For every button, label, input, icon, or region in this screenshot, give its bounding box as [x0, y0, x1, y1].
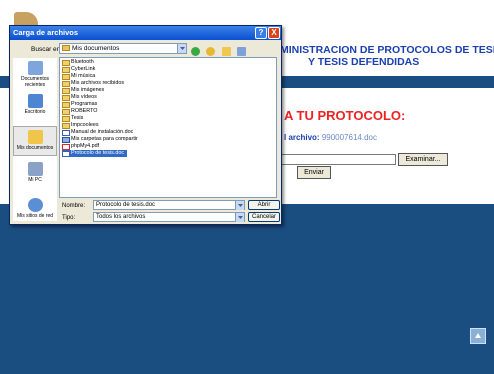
places-bar: Documentos recientes Escritorio Mis docu… — [13, 58, 57, 221]
page-title-line2: Y TESIS DEFENDIDAS — [308, 56, 420, 68]
file-name: Tesis — [71, 115, 84, 121]
place-label: Mis sitios de red — [16, 213, 54, 219]
upload-heading: A TU PROTOCOLO: — [284, 108, 406, 123]
filename-label: Nombre: — [62, 203, 86, 209]
list-item[interactable]: Mis imágenes — [62, 87, 104, 94]
dialog-toolbar — [191, 43, 248, 56]
list-item[interactable]: Mi música — [62, 73, 95, 80]
file-name: CyberLink — [71, 66, 96, 72]
file-path-input[interactable] — [280, 154, 396, 165]
filetype-select[interactable]: Todos los archivos — [93, 212, 245, 222]
word-document-icon — [62, 151, 70, 157]
look-in-label: Buscar en: — [31, 46, 63, 53]
file-name: phpMy4.pdf — [71, 143, 100, 149]
list-item[interactable]: Mis carpetas para compartir — [62, 136, 138, 143]
file-label-text: l archivo: — [284, 133, 320, 142]
place-label: Escritorio — [24, 109, 46, 115]
file-value: 990007614.doc — [321, 133, 377, 142]
dialog-titlebar[interactable]: Carga de archivos ? X — [10, 26, 281, 40]
browse-button[interactable]: Examinar... — [398, 153, 448, 166]
list-item[interactable]: Mis vídeos — [62, 94, 97, 101]
filetype-value: Todos los archivos — [96, 214, 146, 220]
up-folder-icon[interactable] — [206, 47, 216, 56]
look-in-value: Mis documentos — [72, 45, 120, 52]
my-computer-icon — [27, 162, 43, 176]
chevron-down-icon — [238, 204, 243, 207]
dropdown-arrow-button[interactable] — [235, 201, 244, 210]
list-item-selected[interactable]: Protocolo de tesis.doc — [62, 150, 128, 157]
list-item[interactable]: phpMy4.pdf — [62, 143, 99, 150]
page-title: MINISTRACION DE PROTOCOLOS DE TESIS Y TE… — [280, 44, 494, 68]
views-menu-icon[interactable] — [237, 47, 247, 56]
file-name: Mis archivos recibidos — [71, 80, 125, 86]
my-documents-icon — [27, 130, 43, 144]
file-list[interactable]: Bluetooth CyberLink Mi música Mis archiv… — [59, 57, 277, 198]
file-name: Mis imágenes — [71, 87, 105, 93]
scroll-top-button[interactable] — [470, 328, 486, 344]
help-button[interactable]: ? — [255, 27, 267, 39]
place-my-computer[interactable]: Mi PC — [13, 162, 57, 183]
file-name: Mis vídeos — [71, 94, 97, 100]
list-item[interactable]: Manual de instalación.doc — [62, 129, 133, 136]
open-button[interactable]: Abrir — [248, 200, 280, 210]
network-places-icon — [27, 198, 43, 212]
file-name: Bluetooth — [71, 59, 94, 65]
file-name: ROBERTO — [71, 108, 98, 114]
back-icon[interactable] — [191, 47, 200, 56]
recent-documents-icon — [27, 61, 43, 75]
place-label: Mi PC — [28, 177, 42, 183]
list-item[interactable]: Mis archivos recibidos — [62, 80, 124, 87]
filetype-label: Tipo: — [62, 215, 76, 221]
file-name: Manual de instalación.doc — [71, 129, 134, 135]
file-name: Impcoolees — [71, 122, 99, 128]
file-name: Programas — [71, 101, 98, 107]
send-button[interactable]: Enviar — [297, 166, 331, 179]
list-item[interactable]: ROBERTO — [62, 108, 97, 115]
cancel-button[interactable]: Cancelar — [248, 212, 280, 222]
file-name: Mi música — [71, 73, 96, 79]
file-name: Mis carpetas para compartir — [71, 136, 138, 142]
chevron-down-icon — [180, 47, 185, 50]
list-item[interactable]: Tesis — [62, 115, 83, 122]
chevron-down-icon — [238, 216, 243, 219]
page-top-strip — [0, 0, 494, 10]
file-label: l archivo: 990007614.doc — [284, 133, 377, 142]
list-item[interactable]: Programas — [62, 101, 97, 108]
close-button[interactable]: X — [268, 27, 280, 39]
place-recent-documents[interactable]: Documentos recientes — [13, 61, 57, 88]
look-in-select[interactable]: Mis documentos — [59, 43, 187, 54]
arrow-up-icon — [475, 333, 481, 338]
place-label: Mis documentos — [16, 145, 54, 151]
place-network[interactable]: Mis sitios de red — [13, 198, 57, 219]
folder-icon — [62, 45, 70, 51]
dropdown-arrow-button[interactable] — [235, 213, 244, 222]
list-item[interactable]: Bluetooth — [62, 59, 94, 66]
new-folder-icon[interactable] — [221, 47, 231, 56]
desktop-icon — [27, 94, 43, 108]
filename-value: Protocolo de tesis.doc — [96, 202, 156, 208]
place-my-documents[interactable]: Mis documentos — [13, 126, 57, 156]
page-title-line1: MINISTRACION DE PROTOCOLOS DE TESIS — [280, 44, 494, 56]
dialog-title: Carga de archivos — [13, 28, 79, 37]
place-desktop[interactable]: Escritorio — [13, 94, 57, 115]
file-name: Protocolo de tesis.doc — [71, 150, 125, 156]
file-upload-dialog: Carga de archivos ? X Buscar en: Mis doc… — [9, 25, 282, 225]
filename-input[interactable]: Protocolo de tesis.doc — [93, 200, 245, 210]
list-item[interactable]: Impcoolees — [62, 122, 99, 129]
dropdown-arrow-button[interactable] — [177, 44, 186, 53]
list-item[interactable]: CyberLink — [62, 66, 95, 73]
place-label: Documentos recientes — [20, 76, 50, 88]
